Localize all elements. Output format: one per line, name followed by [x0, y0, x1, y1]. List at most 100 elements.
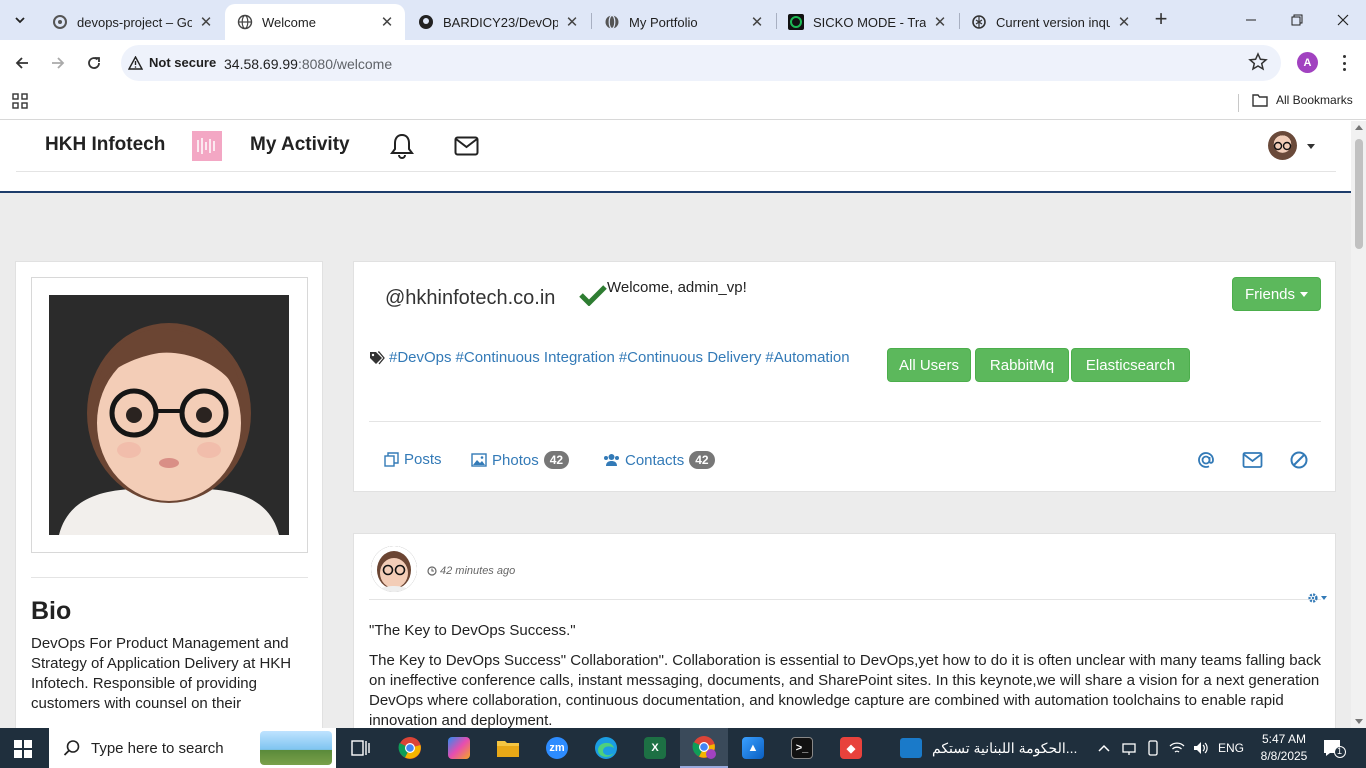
elasticsearch-button[interactable]: Elasticsearch: [1071, 348, 1190, 382]
posts-tab[interactable]: Posts: [384, 451, 442, 468]
notification-count: 1: [1337, 746, 1343, 756]
task-view-button[interactable]: [337, 728, 385, 768]
browser-tab-bar: devops-project – Goo ✕ Welcome ✕ BARDICY…: [0, 0, 1366, 40]
tab-search-button[interactable]: [8, 8, 32, 32]
taskbar-edge[interactable]: [582, 728, 630, 768]
bio-heading: Bio: [31, 597, 72, 625]
forward-button[interactable]: [45, 50, 71, 76]
at-sign-icon[interactable]: [1196, 450, 1216, 470]
bookmark-star-icon[interactable]: [1248, 52, 1268, 72]
profile-photo-frame: [31, 277, 308, 553]
taskbar-excel[interactable]: X: [631, 728, 679, 768]
taskbar-search-box[interactable]: Type here to search: [49, 728, 336, 768]
tray-volume[interactable]: [1190, 728, 1212, 768]
photos-label: Photos: [492, 451, 539, 469]
gcp-favicon-icon: [52, 14, 68, 30]
news-widget[interactable]: الحكومة اللبنانية تستكم...: [900, 728, 1077, 768]
baby-portrait-image: [49, 295, 289, 535]
taskbar-photos[interactable]: ▲: [729, 728, 777, 768]
tray-devices[interactable]: [1142, 728, 1164, 768]
tab-welcome[interactable]: Welcome ✕: [225, 4, 405, 40]
tag-link[interactable]: #Continuous Delivery: [619, 349, 762, 366]
tag-link[interactable]: #Automation: [765, 349, 849, 366]
profile-photo[interactable]: [49, 295, 289, 535]
profile-header-card: @hkhinfotech.co.in Welcome, admin_vp! Fr…: [353, 261, 1336, 492]
block-icon[interactable]: [1289, 450, 1309, 470]
tray-overflow-button[interactable]: [1094, 728, 1114, 768]
tab-portfolio[interactable]: My Portfolio ✕: [592, 4, 775, 40]
taskbar-file-explorer[interactable]: [484, 728, 532, 768]
tray-wifi[interactable]: [1166, 728, 1188, 768]
browser-menu-button[interactable]: [1334, 53, 1354, 73]
close-icon: [1337, 14, 1349, 26]
tab-current-version[interactable]: Current version inqui ✕: [959, 4, 1142, 40]
security-indicator[interactable]: Not secure: [128, 55, 216, 70]
url-text[interactable]: 34.58.69.99:8080/welcome: [224, 56, 392, 72]
chatgpt-icon: [971, 14, 987, 30]
taskbar-chrome-profile[interactable]: [680, 728, 728, 768]
users-icon: [604, 454, 619, 466]
taskbar-git-app[interactable]: ◆: [827, 728, 875, 768]
brand-logo[interactable]: [192, 131, 222, 161]
taskbar-chrome[interactable]: [386, 728, 434, 768]
taskbar-zoom[interactable]: zm: [533, 728, 581, 768]
user-avatar[interactable]: [1268, 131, 1297, 160]
bio-text: DevOps For Product Management and Strate…: [31, 635, 292, 712]
envelope-icon[interactable]: [1242, 450, 1263, 470]
post-author-avatar[interactable]: [371, 546, 417, 592]
windows-start-icon[interactable]: [14, 740, 32, 758]
security-label: Not secure: [149, 55, 217, 70]
site-navbar: HKH Infotech My Activity: [0, 121, 1351, 193]
taskbar-terminal[interactable]: >_: [778, 728, 826, 768]
close-icon[interactable]: ✕: [198, 14, 214, 31]
bell-icon[interactable]: [390, 133, 414, 159]
all-users-button[interactable]: All Users: [887, 348, 971, 382]
envelope-icon[interactable]: [454, 136, 479, 156]
user-menu-caret-icon[interactable]: [1307, 144, 1315, 149]
rabbitmq-button[interactable]: RabbitMq: [975, 348, 1069, 382]
tray-network-adapter[interactable]: [1118, 728, 1140, 768]
taskbar-clock[interactable]: 5:47 AM 8/8/2025: [1254, 731, 1314, 765]
tag-link[interactable]: #Continuous Integration: [456, 349, 615, 366]
browser-profile-avatar[interactable]: A: [1297, 52, 1318, 73]
close-icon[interactable]: ✕: [749, 14, 765, 31]
scroll-down-icon[interactable]: [1355, 719, 1363, 724]
tag-link[interactable]: #DevOps: [389, 349, 452, 366]
tab-sicko-mode[interactable]: SICKO MODE - Travis ✕: [776, 4, 958, 40]
contacts-tab[interactable]: Contacts 42: [603, 451, 715, 469]
taskbar-copilot[interactable]: [435, 728, 483, 768]
tags-row: #DevOps #Continuous Integration #Continu…: [369, 349, 854, 366]
close-window-button[interactable]: [1320, 0, 1366, 40]
close-icon[interactable]: ✕: [564, 14, 580, 31]
profile-sidebar: Bio DevOps For Product Management and St…: [15, 261, 323, 728]
friends-dropdown-button[interactable]: Friends: [1232, 277, 1321, 311]
minimize-button[interactable]: [1228, 0, 1274, 40]
new-tab-button[interactable]: +: [1150, 8, 1172, 32]
close-icon[interactable]: ✕: [379, 14, 395, 31]
reload-button[interactable]: [81, 50, 107, 76]
url-path: :8080/welcome: [297, 56, 393, 72]
brand-link[interactable]: HKH Infotech: [45, 134, 165, 156]
tab-github[interactable]: BARDICY23/DevOps- ✕: [406, 4, 590, 40]
avatar-glasses-icon: [1273, 141, 1292, 151]
my-activity-link[interactable]: My Activity: [250, 134, 350, 156]
scrollbar-thumb[interactable]: [1355, 139, 1363, 249]
photos-tab[interactable]: Photos 42: [471, 451, 570, 469]
notification-center-button[interactable]: 1: [1322, 738, 1346, 763]
close-icon[interactable]: ✕: [1116, 14, 1132, 31]
chrome-icon: [692, 736, 716, 759]
tray-language[interactable]: ENG: [1214, 728, 1248, 768]
back-button[interactable]: [9, 50, 35, 76]
tab-devops-project[interactable]: devops-project – Goo ✕: [40, 4, 224, 40]
apps-grid-icon[interactable]: [12, 93, 28, 109]
zoom-icon: zm: [546, 737, 568, 759]
scroll-up-icon[interactable]: [1355, 125, 1363, 130]
tab-title: Welcome: [262, 14, 316, 30]
copilot-icon: [448, 737, 470, 759]
post-options-button[interactable]: [1307, 592, 1327, 604]
restore-button[interactable]: [1274, 0, 1320, 40]
close-icon[interactable]: ✕: [932, 14, 948, 31]
all-bookmarks-button[interactable]: All Bookmarks: [1252, 93, 1353, 107]
page-scrollbar[interactable]: [1351, 121, 1366, 728]
post-card: 42 minutes ago "The Key to DevOps Succes…: [353, 533, 1336, 728]
